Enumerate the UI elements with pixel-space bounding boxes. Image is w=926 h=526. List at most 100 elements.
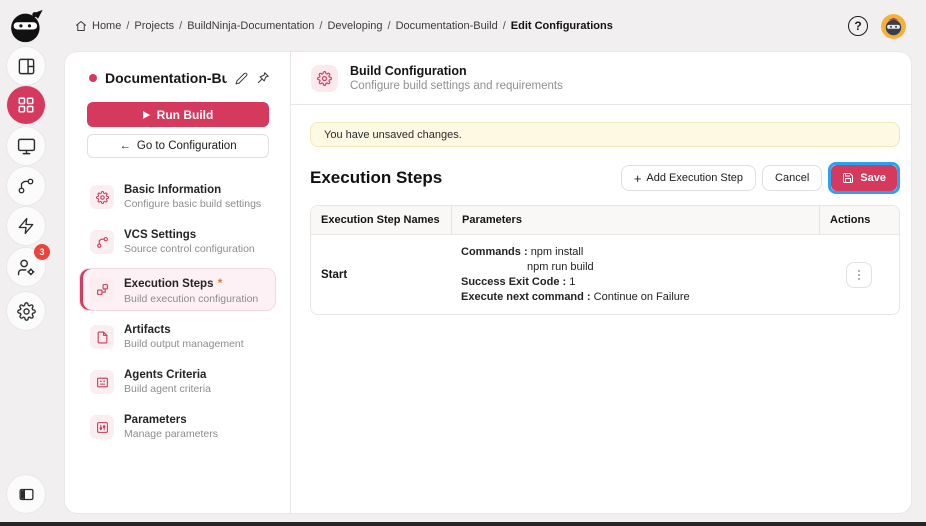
- go-to-configuration-label: Go to Configuration: [137, 140, 237, 152]
- notifications-badge: 3: [34, 244, 50, 260]
- window-bottom-edge: [0, 522, 926, 526]
- build-title-row: Documentation-Bu...: [65, 70, 290, 86]
- step-name-cell: Start: [311, 235, 451, 314]
- config-section-menu: Basic Information Configure basic build …: [79, 178, 276, 446]
- grid-icon[interactable]: [7, 86, 45, 124]
- table-header-row: Execution Step Names Parameters Actions: [311, 206, 899, 235]
- save-floppy-icon: [842, 172, 854, 184]
- breadcrumb-branch[interactable]: Developing: [327, 20, 382, 32]
- section-header-row: Execution Steps + Add Execution Step Can…: [310, 162, 900, 194]
- build-sidebar: Documentation-Bu... Run Build ← Go to Co…: [65, 52, 291, 513]
- focus-highlight-box: Save: [828, 162, 900, 194]
- menu-item-subtitle: Source control configuration: [124, 243, 255, 255]
- add-execution-step-button[interactable]: + Add Execution Step: [621, 165, 756, 191]
- top-bar: Home / Projects / BuildNinja-Documentati…: [52, 0, 926, 52]
- add-execution-step-label: Add Execution Step: [646, 172, 743, 184]
- menu-item-title: Artifacts: [124, 324, 244, 337]
- command-value: npm install: [531, 246, 584, 258]
- arrow-left-icon: ←: [119, 140, 131, 152]
- document-icon: [90, 325, 114, 349]
- menu-item-title: Agents Criteria: [124, 369, 211, 382]
- dashboard-icon[interactable]: [7, 47, 45, 85]
- menu-item-subtitle: Build agent criteria: [124, 383, 211, 395]
- sidebar-item-execution-steps[interactable]: Execution Steps * Build execution config…: [79, 268, 276, 311]
- cancel-button[interactable]: Cancel: [762, 165, 822, 191]
- breadcrumb-home[interactable]: Home: [92, 20, 121, 32]
- monitor-icon[interactable]: [7, 127, 45, 165]
- execute-next-command-value: Continue on Failure: [594, 291, 690, 303]
- plus-icon: +: [634, 172, 642, 185]
- menu-item-title: Execution Steps: [124, 278, 213, 290]
- commands-label: Commands :: [461, 246, 528, 258]
- breadcrumb: Home / Projects / BuildNinja-Documentati…: [75, 20, 613, 32]
- breadcrumb-separator: /: [319, 20, 322, 32]
- sidebar-item-vcs-settings[interactable]: VCS Settings Source control configuratio…: [79, 223, 276, 261]
- page-subtitle: Configure build settings and requirement…: [350, 80, 563, 92]
- menu-item-title: Parameters: [124, 414, 218, 427]
- main-panel: Documentation-Bu... Run Build ← Go to Co…: [65, 52, 911, 513]
- cancel-label: Cancel: [775, 172, 809, 184]
- parameters-icon: [90, 415, 114, 439]
- run-build-label: Run Build: [157, 108, 214, 122]
- sidebar-item-parameters[interactable]: Parameters Manage parameters: [79, 408, 276, 446]
- breadcrumb-separator: /: [126, 20, 129, 32]
- git-branch-icon: [90, 230, 114, 254]
- menu-item-subtitle: Manage parameters: [124, 428, 218, 440]
- success-exit-code-value: 1: [569, 276, 575, 288]
- menu-item-subtitle: Build output management: [124, 338, 244, 350]
- breadcrumb-separator: /: [503, 20, 506, 32]
- help-icon[interactable]: ?: [848, 16, 868, 36]
- breadcrumb-current-page: Edit Configurations: [511, 20, 613, 32]
- table-row: Start Commands : npm install npm run bui…: [311, 235, 899, 314]
- required-marker: *: [218, 278, 222, 290]
- page-header: Build Configuration Configure build sett…: [291, 52, 911, 105]
- menu-item-title: VCS Settings: [124, 229, 255, 242]
- play-icon: [143, 111, 150, 119]
- user-settings-icon[interactable]: 3: [7, 248, 45, 286]
- step-actions-cell: [819, 235, 899, 314]
- build-title: Documentation-Bu...: [105, 70, 227, 86]
- go-to-configuration-button[interactable]: ← Go to Configuration: [87, 134, 269, 158]
- panel-collapse-icon[interactable]: [7, 475, 45, 513]
- home-icon: [75, 20, 87, 32]
- unsaved-changes-banner: You have unsaved changes.: [310, 122, 900, 147]
- gear-icon: [90, 185, 114, 209]
- ninja-logo[interactable]: [7, 7, 45, 45]
- main-content: Build Configuration Configure build sett…: [291, 52, 911, 513]
- status-dot: [89, 74, 97, 82]
- user-avatar[interactable]: [881, 14, 906, 39]
- sidebar-item-agents-criteria[interactable]: Agents Criteria Build agent criteria: [79, 363, 276, 401]
- breadcrumb-build[interactable]: Documentation-Build: [396, 20, 498, 32]
- lightning-icon[interactable]: [7, 207, 45, 245]
- menu-item-subtitle: Build execution configuration: [124, 293, 258, 305]
- steps-icon: [90, 278, 114, 302]
- save-button[interactable]: Save: [831, 165, 897, 191]
- edit-pencil-icon[interactable]: [235, 72, 248, 85]
- breadcrumb-projects[interactable]: Projects: [134, 20, 174, 32]
- agent-card-icon: [90, 370, 114, 394]
- column-header-parameters: Parameters: [451, 206, 819, 234]
- breadcrumb-separator: /: [179, 20, 182, 32]
- menu-item-title: Basic Information: [124, 184, 261, 197]
- git-branch-icon[interactable]: [7, 167, 45, 205]
- column-header-step-names: Execution Step Names: [311, 206, 451, 234]
- execution-steps-table: Execution Step Names Parameters Actions …: [310, 205, 900, 315]
- gear-icon[interactable]: [7, 292, 45, 330]
- kebab-menu-icon[interactable]: [846, 262, 872, 288]
- icon-rail: 3: [0, 0, 52, 526]
- sidebar-item-artifacts[interactable]: Artifacts Build output management: [79, 318, 276, 356]
- breadcrumb-project[interactable]: BuildNinja-Documentation: [187, 20, 314, 32]
- pin-icon[interactable]: [256, 71, 270, 85]
- menu-item-subtitle: Configure basic build settings: [124, 198, 261, 210]
- execute-next-command-label: Execute next command :: [461, 291, 591, 303]
- save-label: Save: [860, 172, 886, 184]
- unsaved-changes-text: You have unsaved changes.: [324, 129, 462, 141]
- run-build-button[interactable]: Run Build: [87, 102, 269, 127]
- column-header-actions: Actions: [819, 206, 899, 234]
- page-title: Build Configuration: [350, 64, 563, 78]
- gear-icon: [311, 65, 338, 92]
- step-parameters-cell: Commands : npm install npm run build Suc…: [451, 235, 819, 314]
- breadcrumb-separator: /: [388, 20, 391, 32]
- sidebar-item-basic-information[interactable]: Basic Information Configure basic build …: [79, 178, 276, 216]
- command-value: npm run build: [527, 261, 594, 273]
